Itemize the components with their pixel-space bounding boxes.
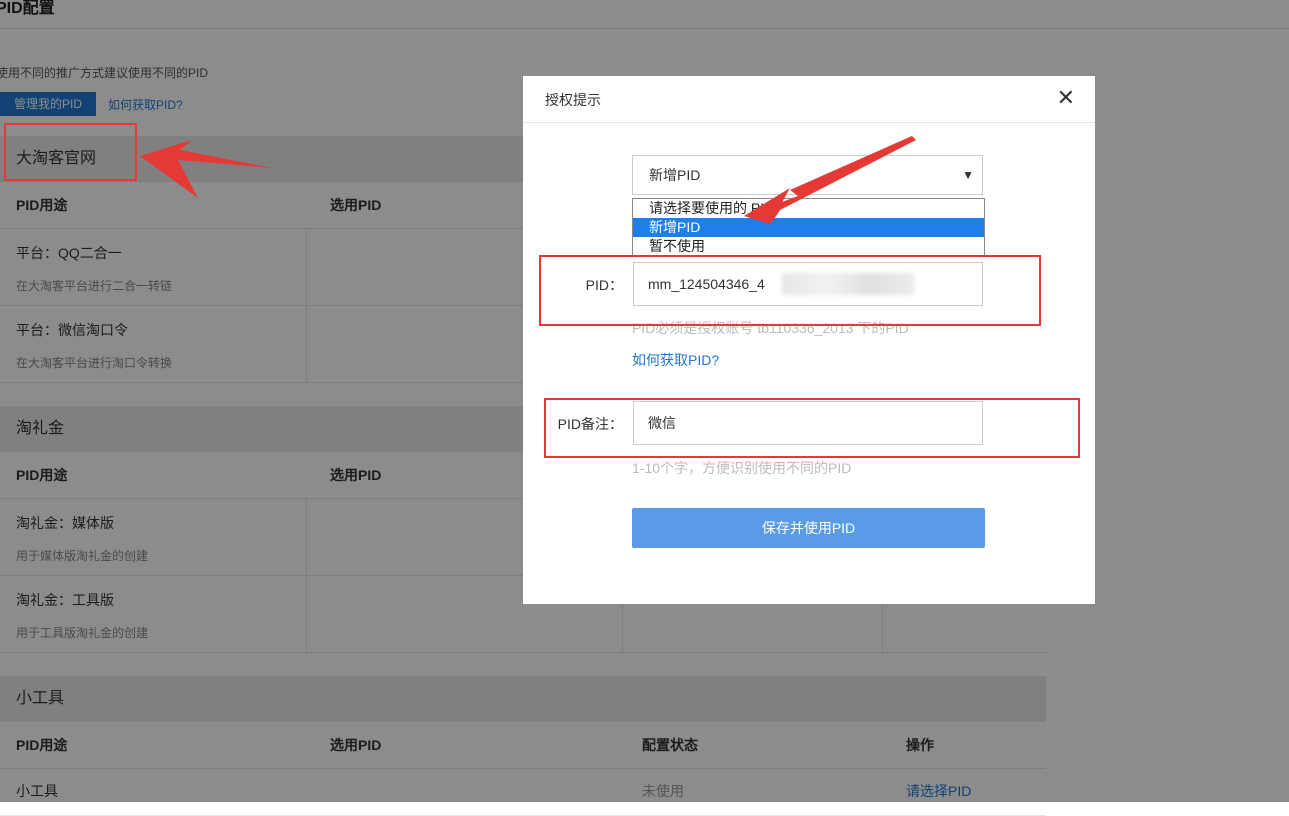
arrow-down-annotation: [744, 136, 916, 224]
annotation-arrows: [140, 136, 916, 224]
arrow-left-annotation: [140, 140, 272, 198]
